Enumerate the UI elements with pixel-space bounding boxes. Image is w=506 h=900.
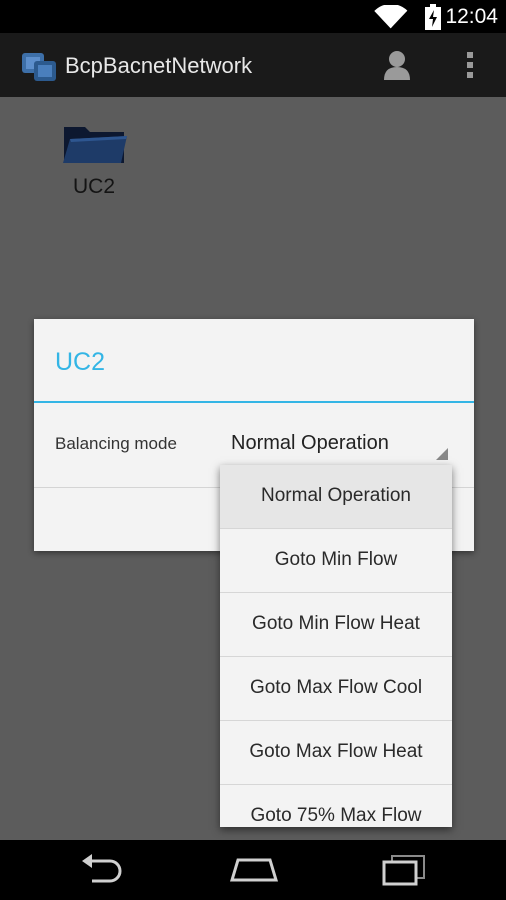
dropdown-option-label: Goto Max Flow Cool — [249, 677, 423, 698]
folder-label: UC2 — [72, 175, 115, 198]
back-icon[interactable] — [78, 853, 130, 885]
balancing-mode-spinner[interactable]: Normal Operation — [226, 424, 448, 464]
status-time: 12:04 — [445, 5, 498, 28]
status-icons — [374, 4, 442, 30]
dropdown-option-goto-min-flow-heat[interactable]: Goto Min Flow Heat — [220, 593, 452, 657]
person-icon[interactable] — [381, 48, 413, 80]
wifi-icon — [374, 5, 408, 29]
dialog-title: UC2 — [55, 348, 106, 376]
spinner-selected-value: Normal Operation — [231, 432, 389, 454]
recent-apps-icon[interactable] — [378, 852, 430, 886]
dropdown-option-goto-max-flow-heat[interactable]: Goto Max Flow Heat — [220, 721, 452, 785]
dropdown-option-label: Goto Min Flow Heat — [252, 613, 420, 634]
dropdown-option-normal-operation[interactable]: Normal Operation — [220, 465, 452, 529]
status-bar: 12:04 — [0, 0, 506, 33]
battery-charging-icon — [425, 4, 441, 30]
folder-item-uc2[interactable]: UC2 — [58, 121, 130, 211]
balancing-mode-dropdown: Normal Operation Goto Min Flow Goto Min … — [220, 465, 452, 827]
dropdown-option-label: Normal Operation — [261, 485, 411, 506]
dropdown-option-goto-75-max-flow[interactable]: Goto 75% Max Flow — [220, 785, 452, 827]
folder-icon — [63, 127, 127, 163]
dropdown-option-label: Goto Min Flow — [274, 549, 398, 570]
app-title: BcpBacnetNetwork — [65, 53, 253, 78]
dialog-title-divider — [34, 401, 474, 403]
spinner-arrow-icon — [436, 448, 448, 460]
app-icon[interactable] — [20, 49, 58, 83]
navigation-bar — [0, 840, 506, 900]
home-icon[interactable] — [228, 854, 280, 884]
dropdown-option-label: Goto Max Flow Heat — [249, 741, 423, 762]
dropdown-option-goto-min-flow[interactable]: Goto Min Flow — [220, 529, 452, 593]
dropdown-option-goto-max-flow-cool[interactable]: Goto Max Flow Cool — [220, 657, 452, 721]
action-bar: BcpBacnetNetwork — [0, 33, 506, 97]
overflow-menu-icon[interactable] — [458, 49, 482, 81]
dropdown-option-label: Goto 75% Max Flow — [250, 805, 422, 826]
balancing-mode-label: Balancing mode — [55, 434, 177, 453]
